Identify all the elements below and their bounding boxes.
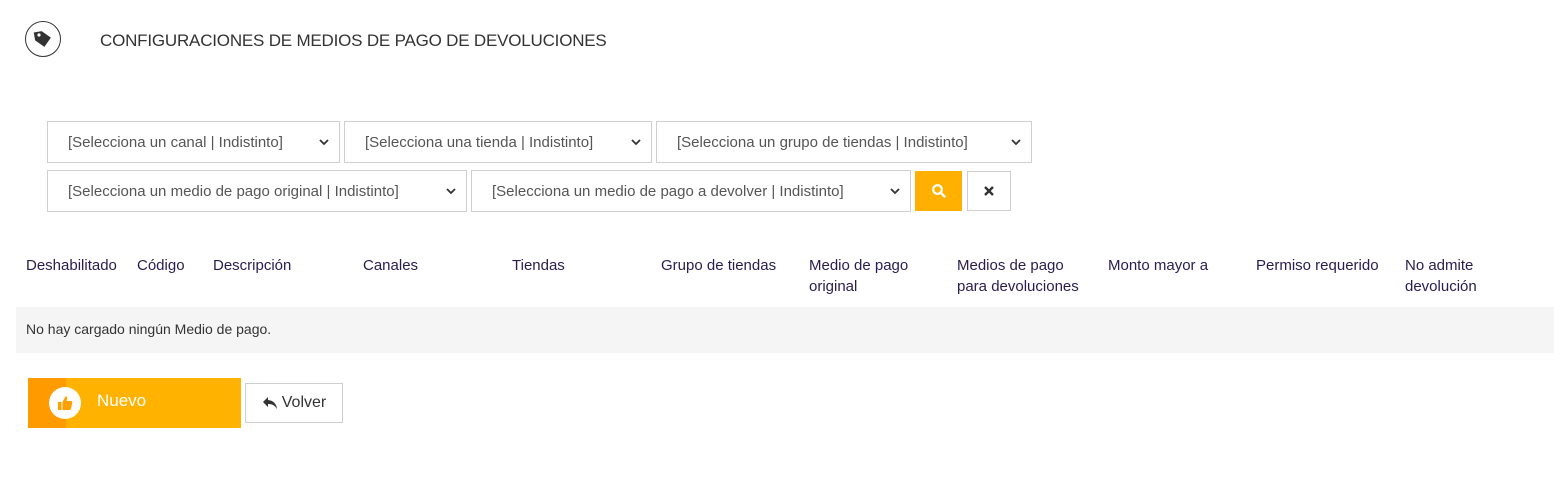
search-icon bbox=[931, 184, 946, 198]
close-icon bbox=[984, 186, 994, 196]
column-header-required-permission: Permiso requerido bbox=[1256, 257, 1379, 274]
column-header-no-refund-line: devolución bbox=[1405, 278, 1477, 295]
store-group-select[interactable]: [Selecciona un grupo de tiendas | Indist… bbox=[656, 121, 1032, 163]
column-header-description: Descripción bbox=[213, 257, 292, 274]
chevron-down-icon bbox=[319, 139, 329, 146]
page-title: CONFIGURACIONES DE MEDIOS DE PAGO DE DEV… bbox=[100, 31, 607, 50]
store-select[interactable]: [Selecciona una tienda | Indistinto] bbox=[344, 121, 652, 163]
chevron-down-icon bbox=[1011, 139, 1021, 146]
reply-icon bbox=[262, 397, 277, 409]
column-header-refund-payments-line: para devoluciones bbox=[957, 278, 1079, 295]
column-header-amount-over: Monto mayor a bbox=[1108, 257, 1209, 274]
store-select-value: [Selecciona una tienda | Indistinto] bbox=[365, 133, 594, 151]
new-button-label: Nuevo bbox=[97, 391, 147, 410]
chevron-down-icon bbox=[446, 188, 456, 195]
column-header-refund-payments-line: Medios de pago bbox=[957, 257, 1064, 274]
column-header-original-payment-line: original bbox=[809, 278, 858, 295]
empty-message: No hay cargado ningún Medio de pago. bbox=[26, 321, 272, 337]
thumbs-up-icon bbox=[49, 387, 81, 419]
column-header-no-refund: No admite devolución bbox=[1405, 255, 1477, 297]
column-header-store-group: Grupo de tiendas bbox=[661, 257, 777, 274]
column-header-refund-payments: Medios de pago para devoluciones bbox=[957, 255, 1079, 297]
new-button[interactable]: Nuevo bbox=[28, 378, 241, 428]
column-header-no-refund-line: No admite bbox=[1405, 257, 1474, 274]
column-header-original-payment-line: Medio de pago bbox=[809, 257, 909, 274]
refund-payment-select-value: [Selecciona un medio de pago a devolver … bbox=[492, 182, 844, 200]
channel-select-value: [Selecciona un canal | Indistinto] bbox=[68, 133, 283, 151]
column-header-stores: Tiendas bbox=[512, 257, 565, 274]
column-header-code: Código bbox=[137, 257, 185, 274]
chevron-down-icon bbox=[631, 139, 641, 146]
column-header-channels: Canales bbox=[363, 257, 419, 274]
search-button[interactable] bbox=[915, 171, 962, 211]
original-payment-select-value: [Selecciona un medio de pago original | … bbox=[68, 182, 399, 200]
chevron-down-icon bbox=[890, 188, 900, 195]
back-button[interactable]: Volver bbox=[245, 383, 343, 423]
refund-payment-select[interactable]: [Selecciona un medio de pago a devolver … bbox=[471, 170, 911, 212]
back-button-label: Volver bbox=[281, 394, 327, 411]
channel-select[interactable]: [Selecciona un canal | Indistinto] bbox=[47, 121, 340, 163]
tag-icon bbox=[25, 21, 61, 57]
store-group-select-value: [Selecciona un grupo de tiendas | Indist… bbox=[677, 133, 968, 151]
column-header-original-payment: Medio de pago original bbox=[809, 255, 908, 297]
clear-filters-button[interactable] bbox=[967, 171, 1011, 211]
original-payment-select[interactable]: [Selecciona un medio de pago original | … bbox=[47, 170, 467, 212]
column-header-disabled: Deshabilitado bbox=[26, 257, 117, 274]
table-empty-row: No hay cargado ningún Medio de pago. bbox=[16, 307, 1554, 353]
